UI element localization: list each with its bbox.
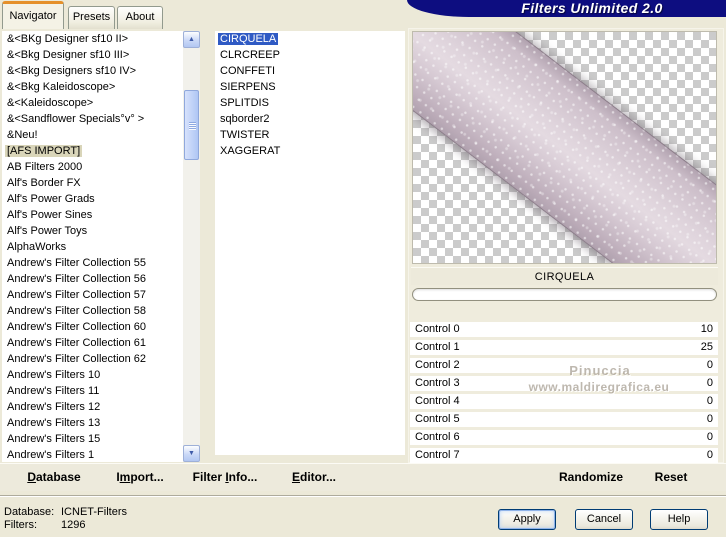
list-item[interactable]: Andrew's Filter Collection 57 xyxy=(2,287,183,303)
scrollbar-thumb[interactable] xyxy=(184,90,199,160)
list-item[interactable]: TWISTER xyxy=(215,127,405,143)
list-item[interactable]: &<Bkg Kaleidoscope> xyxy=(2,79,183,95)
filter-list[interactable]: CIRQUELA CLRCREEP CONFFETI SIERPENS SPLITDIS… xyxy=(215,31,405,455)
control-value[interactable]: 25 xyxy=(701,340,713,355)
control-value[interactable]: 0 xyxy=(707,376,713,391)
randomize-button[interactable]: Randomize xyxy=(546,464,636,491)
control-value[interactable]: 0 xyxy=(707,412,713,427)
status-database-value: ICNET-Filters xyxy=(61,506,127,518)
list-item[interactable]: SIERPENS xyxy=(215,79,405,95)
list-item[interactable]: Andrew's Filter Collection 60 xyxy=(2,319,183,335)
status-filters: Filters: 1296 xyxy=(4,519,304,531)
list-item[interactable]: &<Kaleidoscope> xyxy=(2,95,183,111)
reset-button[interactable]: Reset xyxy=(642,464,700,491)
progress-bar xyxy=(412,288,717,301)
list-item[interactable]: Andrew's Filter Collection 58 xyxy=(2,303,183,319)
control-value[interactable]: 0 xyxy=(707,358,713,373)
list-item[interactable]: Andrew's Filters 13 xyxy=(2,415,183,431)
control-label: Control 0 xyxy=(415,323,460,335)
list-item[interactable]: Alf's Power Toys xyxy=(2,223,183,239)
list-item[interactable]: Alf's Power Grads xyxy=(2,191,183,207)
list-item[interactable]: CLRCREEP xyxy=(215,47,405,63)
control-row[interactable]: Control 3 0 xyxy=(410,376,718,391)
control-label: Control 7 xyxy=(415,449,460,461)
control-row[interactable]: Control 0 10 xyxy=(410,322,718,337)
list-item[interactable]: Andrew's Filters 10 xyxy=(2,367,183,383)
control-value[interactable]: 0 xyxy=(707,448,713,463)
list-item[interactable]: CIRQUELA xyxy=(215,31,405,47)
control-row[interactable]: Control 4 0 xyxy=(410,394,718,409)
selected-filter-name: CIRQUELA xyxy=(411,267,718,285)
list-item[interactable]: Alf's Border FX xyxy=(2,175,183,191)
list-item[interactable]: sqborder2 xyxy=(215,111,405,127)
status-filters-label: Filters: xyxy=(4,519,37,531)
list-item[interactable]: &<Sandflower Specials°v° > xyxy=(2,111,183,127)
list-item[interactable]: Andrew's Filters 12 xyxy=(2,399,183,415)
list-item[interactable]: CONFFETI xyxy=(215,63,405,79)
status-database: Database: ICNET-Filters xyxy=(4,506,304,518)
status-database-label: Database: xyxy=(4,506,55,518)
filter-info-button[interactable]: Filter Info... xyxy=(186,464,264,491)
category-list-scrollbar[interactable]: ▲ ▼ xyxy=(183,31,200,462)
list-item[interactable]: Andrew's Filter Collection 56 xyxy=(2,271,183,287)
tab-presets[interactable]: Presets xyxy=(68,6,115,29)
help-button[interactable]: Help xyxy=(650,509,708,530)
filter-preview xyxy=(412,31,717,264)
list-item[interactable]: XAGGERAT xyxy=(215,143,405,159)
tab-navigator[interactable]: Navigator xyxy=(2,1,64,29)
control-value[interactable]: 10 xyxy=(701,322,713,337)
chevron-up-icon[interactable]: ▲ xyxy=(183,31,200,48)
list-item[interactable]: SPLITDIS xyxy=(215,95,405,111)
tab-about[interactable]: About xyxy=(117,6,163,29)
control-row[interactable]: Control 5 0 xyxy=(410,412,718,427)
control-row[interactable]: Control 1 25 xyxy=(410,340,718,355)
brand-banner: Filters Unlimited 2.0 xyxy=(407,0,726,17)
control-label: Control 6 xyxy=(415,431,460,443)
list-item[interactable]: AlphaWorks xyxy=(2,239,183,255)
status-filters-value: 1296 xyxy=(61,519,86,531)
editor-button[interactable]: Editor... xyxy=(284,464,344,491)
list-item[interactable]: &Neu! xyxy=(2,127,183,143)
control-value[interactable]: 0 xyxy=(707,394,713,409)
separator xyxy=(0,495,726,497)
control-row[interactable]: Control 2 0 xyxy=(410,358,718,373)
control-row[interactable]: Control 7 0 xyxy=(410,448,718,463)
category-list[interactable]: &<BKg Designer sf10 II> &<Bkg Designer sf… xyxy=(2,31,183,462)
preview-diagonal-band xyxy=(413,32,716,263)
list-item[interactable]: &<BKg Designer sf10 II> xyxy=(2,31,183,47)
chevron-down-icon[interactable]: ▼ xyxy=(183,445,200,462)
list-item[interactable]: Andrew's Filters 1 xyxy=(2,447,183,462)
apply-button[interactable]: Apply xyxy=(498,509,556,530)
control-row[interactable]: Control 6 0 xyxy=(410,430,718,445)
toolbar: Database Import... Filter Info... Editor… xyxy=(0,463,726,491)
control-label: Control 1 xyxy=(415,341,460,353)
import-button[interactable]: Import... xyxy=(108,464,172,491)
list-item[interactable]: Andrew's Filter Collection 62 xyxy=(2,351,183,367)
control-label: Control 3 xyxy=(415,377,460,389)
list-item[interactable]: Andrew's Filter Collection 55 xyxy=(2,255,183,271)
list-item[interactable]: AB Filters 2000 xyxy=(2,159,183,175)
list-item[interactable]: Andrew's Filters 11 xyxy=(2,383,183,399)
control-label: Control 2 xyxy=(415,359,460,371)
list-item[interactable]: Alf's Power Sines xyxy=(2,207,183,223)
cancel-button[interactable]: Cancel xyxy=(575,509,633,530)
control-label: Control 5 xyxy=(415,413,460,425)
database-button[interactable]: Database xyxy=(14,464,94,491)
list-item[interactable]: [AFS IMPORT] xyxy=(2,143,183,159)
brand-title: Filters Unlimited 2.0 xyxy=(521,0,663,16)
controls-table: Control 0 10 Control 1 25 Control 2 0 Co… xyxy=(410,322,718,466)
list-item[interactable]: Andrew's Filters 15 xyxy=(2,431,183,447)
control-label: Control 4 xyxy=(415,395,460,407)
control-value[interactable]: 0 xyxy=(707,430,713,445)
list-item[interactable]: Andrew's Filter Collection 61 xyxy=(2,335,183,351)
filters-unlimited-dialog: Navigator Presets About Filters Unlimite… xyxy=(0,0,726,537)
list-item[interactable]: &<Bkg Designer sf10 III> xyxy=(2,47,183,63)
list-item[interactable]: &<Bkg Designers sf10 IV> xyxy=(2,63,183,79)
